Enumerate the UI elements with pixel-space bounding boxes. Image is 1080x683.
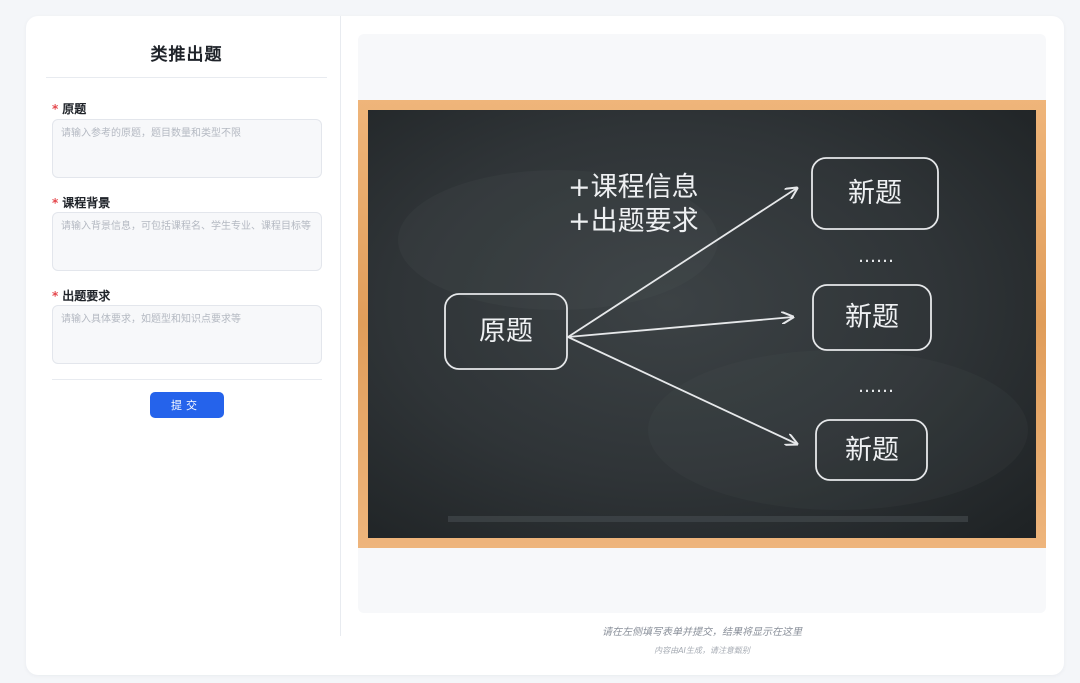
- original-box-label: 原题: [479, 316, 533, 347]
- required-mark: *: [52, 196, 59, 210]
- original-question-label-text: 原题: [62, 102, 87, 116]
- annotation-course-info: +课程信息: [568, 172, 699, 203]
- course-background-label: * 课程背景: [52, 194, 110, 211]
- title-divider: [46, 77, 327, 78]
- course-background-label-text: 课程背景: [62, 196, 111, 210]
- main-card: 类推出题 *原题 *课程背景 *出题要求 提交: [26, 16, 1064, 675]
- question-form-panel: 类推出题 *原题 *课程背景 *出题要求 提交: [26, 16, 341, 636]
- original-question-input[interactable]: [52, 119, 322, 178]
- result-area: 原题 新题 新题 新题 +课程信息 +出题要求 …… ……: [358, 34, 1046, 613]
- required-mark: *: [52, 102, 59, 116]
- question-requirements-label-text: 出题要求: [62, 289, 111, 303]
- new-box-2-label: 新题: [845, 302, 899, 333]
- form-title: 类推出题: [150, 45, 223, 65]
- chalkboard-illustration: 原题 新题 新题 新题 +课程信息 +出题要求 …… ……: [358, 100, 1046, 548]
- chalk-smudge: [648, 350, 1028, 510]
- new-box-1-label: 新题: [848, 178, 902, 209]
- form-divider: [52, 379, 322, 380]
- original-question-label: * 原题: [52, 100, 86, 117]
- annotation-requirements: +出题要求: [568, 206, 699, 237]
- submit-button[interactable]: 提交: [150, 392, 224, 418]
- new-box-3-label: 新题: [845, 435, 899, 466]
- result-hint: 请在左侧填写表单并提交，结果将显示在这里: [602, 627, 802, 638]
- question-requirements-input[interactable]: [52, 305, 322, 364]
- ellipsis-bottom: ……: [858, 376, 894, 397]
- required-mark: *: [52, 289, 59, 303]
- course-background-input[interactable]: [52, 212, 322, 271]
- ellipsis-top: ……: [858, 246, 894, 267]
- question-requirements-label: * 出题要求: [52, 287, 110, 304]
- chalk-tray: [448, 516, 968, 522]
- ai-disclaimer: 内容由AI生成，请注意甄别: [654, 646, 750, 655]
